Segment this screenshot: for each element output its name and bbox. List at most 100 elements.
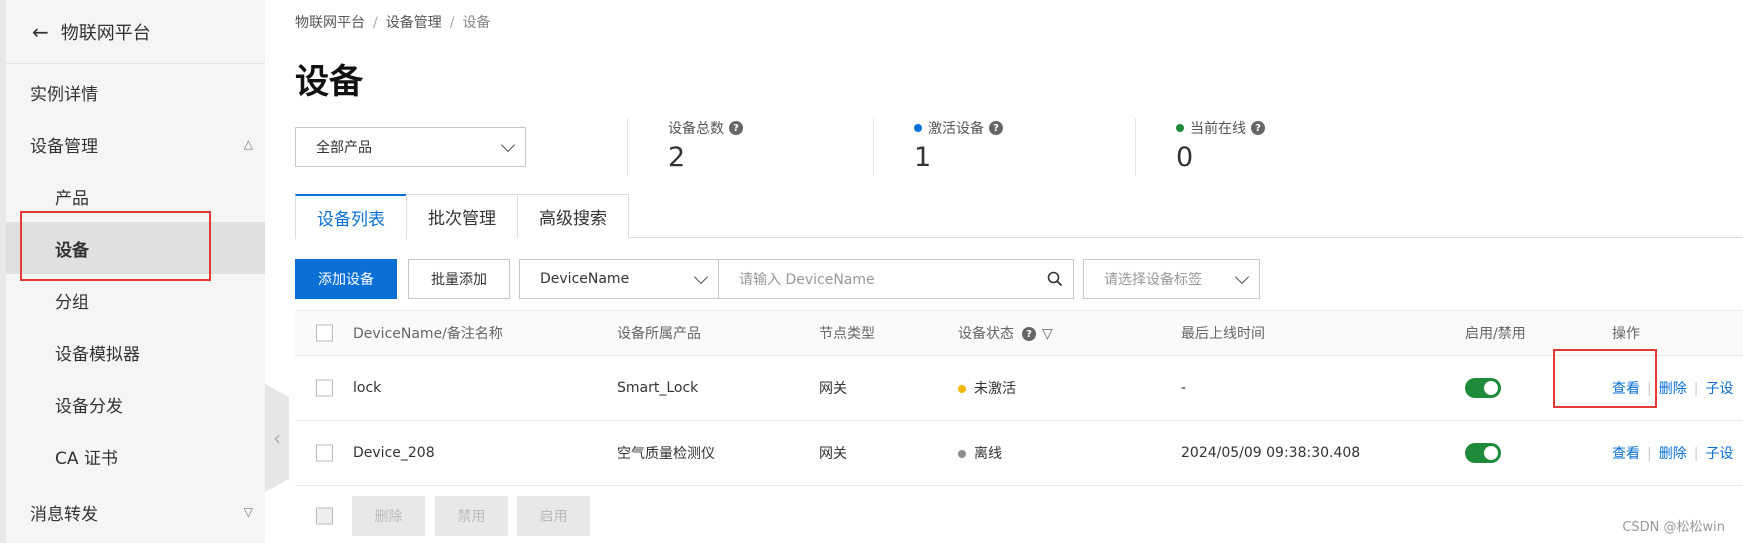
last-online-time: 2024/05/09 09:38:30.408 bbox=[1181, 445, 1361, 461]
device-name[interactable]: Device_208 bbox=[353, 445, 435, 461]
search-input[interactable]: 请输入 DeviceName bbox=[718, 259, 1074, 299]
sidebar-item-label: CA 证书 bbox=[55, 448, 118, 469]
enable-toggle[interactable] bbox=[1465, 443, 1501, 463]
status-dot bbox=[1176, 124, 1184, 132]
stat-value: 0 bbox=[1176, 142, 1194, 173]
sidebar-item-label: 产品 bbox=[55, 188, 89, 209]
button-label: 启用 bbox=[539, 509, 568, 525]
table-row: Device_208 空气质量检测仪 网关 离线 2024/05/09 09:3… bbox=[295, 421, 1743, 486]
button-label: 禁用 bbox=[457, 509, 486, 525]
delete-link[interactable]: 删除 bbox=[1659, 381, 1687, 397]
button-label: 添加设备 bbox=[318, 272, 374, 288]
bulk-delete-button[interactable]: 删除 bbox=[352, 496, 425, 536]
column-header: 节点类型 bbox=[819, 326, 875, 342]
sidebar-item-instance-details[interactable]: 实例详情 bbox=[6, 66, 265, 118]
bulk-enable-button[interactable]: 启用 bbox=[517, 496, 590, 536]
view-link[interactable]: 查看 bbox=[1612, 381, 1640, 397]
watermark: CSDN @松松win bbox=[1622, 520, 1725, 535]
tab-batch-management[interactable]: 批次管理 bbox=[406, 194, 518, 238]
action-separator: | bbox=[1647, 446, 1652, 462]
sidebar-item-label: 实例详情 bbox=[30, 84, 98, 105]
stat-total-devices: 设备总数? 2 bbox=[627, 118, 743, 176]
arrow-left-icon: ← bbox=[32, 19, 49, 44]
chevron-down-icon bbox=[693, 269, 709, 285]
tab-label: 设备列表 bbox=[317, 210, 385, 230]
sidebar-item-message-forwarding[interactable]: 消息转发 ▽ bbox=[6, 486, 265, 538]
node-type: 网关 bbox=[819, 446, 847, 462]
bulk-disable-button[interactable]: 禁用 bbox=[435, 496, 508, 536]
action-separator: | bbox=[1693, 446, 1699, 462]
search-field-value: DeviceName bbox=[540, 271, 630, 287]
chevron-down-icon bbox=[500, 137, 516, 153]
stat-label: 激活设备 bbox=[928, 121, 984, 137]
sidebar-back-link[interactable]: ← 物联网平台 bbox=[6, 0, 265, 64]
table-row: lock Smart_Lock 网关 未激活 - 查看 | 删除 | 子设 bbox=[295, 356, 1743, 421]
status-dot bbox=[914, 124, 922, 132]
sidebar-item-device-simulator[interactable]: 设备模拟器 bbox=[6, 326, 265, 378]
sub-device-link[interactable]: 子设 bbox=[1705, 381, 1733, 397]
tab-device-list[interactable]: 设备列表 bbox=[295, 194, 407, 239]
stat-value: 2 bbox=[668, 142, 686, 173]
collapse-sidebar-handle[interactable]: ‹ bbox=[265, 384, 289, 492]
action-separator: | bbox=[1647, 381, 1652, 397]
sidebar-item-device-management[interactable]: 设备管理 △ bbox=[6, 118, 265, 170]
delete-link[interactable]: 删除 bbox=[1659, 446, 1687, 462]
column-header: 设备状态 bbox=[958, 326, 1014, 342]
search-field-select[interactable]: DeviceName bbox=[519, 259, 719, 299]
last-online-time: - bbox=[1181, 380, 1187, 396]
sidebar-item-devices[interactable]: 设备 bbox=[6, 222, 265, 274]
sidebar-item-groups[interactable]: 分组 bbox=[6, 274, 265, 326]
button-label: 批量添加 bbox=[431, 272, 487, 288]
breadcrumb-separator: / bbox=[373, 15, 378, 31]
sidebar-item-label: 设备分发 bbox=[55, 396, 123, 417]
action-separator: | bbox=[1693, 381, 1699, 397]
column-header-status: 设备状态? ▽ bbox=[958, 323, 1053, 343]
help-icon[interactable]: ? bbox=[1251, 121, 1265, 135]
table-header: DeviceName/备注名称 设备所属产品 节点类型 设备状态? ▽ 最后上线时… bbox=[295, 310, 1743, 356]
stat-label: 设备总数 bbox=[668, 121, 724, 137]
product-select-value: 全部产品 bbox=[316, 140, 372, 156]
row-checkbox[interactable] bbox=[316, 379, 333, 397]
chevron-up-icon: △ bbox=[243, 137, 253, 151]
row-actions: 查看 | 删除 | 子设 bbox=[1612, 378, 1733, 398]
chevron-down-icon: ▽ bbox=[243, 505, 253, 519]
sidebar-item-products[interactable]: 产品 bbox=[6, 170, 265, 222]
batch-add-button[interactable]: 批量添加 bbox=[408, 259, 510, 299]
column-header: 设备所属产品 bbox=[617, 326, 701, 342]
status-text: 未激活 bbox=[974, 381, 1016, 397]
column-header: 最后上线时间 bbox=[1181, 326, 1265, 342]
row-checkbox[interactable] bbox=[316, 444, 333, 462]
search-icon[interactable] bbox=[1047, 271, 1063, 287]
sidebar-item-ca-certificate[interactable]: CA 证书 bbox=[6, 430, 265, 482]
device-product: 空气质量检测仪 bbox=[617, 446, 715, 462]
view-link[interactable]: 查看 bbox=[1612, 446, 1640, 462]
sub-device-link[interactable]: 子设 bbox=[1705, 446, 1733, 462]
add-device-button[interactable]: 添加设备 bbox=[295, 259, 397, 299]
tag-select[interactable]: 请选择设备标签 bbox=[1083, 259, 1260, 299]
stat-label: 当前在线 bbox=[1190, 121, 1246, 137]
row-actions: 查看 | 删除 | 子设 bbox=[1612, 443, 1733, 463]
help-icon[interactable]: ? bbox=[989, 121, 1003, 135]
filter-icon[interactable]: ▽ bbox=[1042, 326, 1053, 342]
tab-advanced-search[interactable]: 高级搜索 bbox=[517, 194, 629, 238]
sidebar-item-label: 分组 bbox=[55, 292, 89, 313]
node-type: 网关 bbox=[819, 381, 847, 397]
select-all-checkbox[interactable] bbox=[316, 324, 333, 342]
help-icon[interactable]: ? bbox=[1022, 327, 1036, 341]
help-icon[interactable]: ? bbox=[729, 121, 743, 135]
breadcrumb-item[interactable]: 物联网平台 bbox=[295, 15, 365, 31]
tab-label: 批次管理 bbox=[428, 209, 496, 229]
breadcrumb-current: 设备 bbox=[462, 15, 491, 31]
stat-online-devices: 当前在线? 0 bbox=[1135, 118, 1265, 176]
column-header: 操作 bbox=[1612, 326, 1640, 342]
device-status: 离线 bbox=[958, 443, 1002, 463]
enable-toggle[interactable] bbox=[1465, 378, 1501, 398]
sidebar-item-label: 消息转发 bbox=[30, 504, 98, 525]
device-name[interactable]: lock bbox=[353, 380, 381, 396]
breadcrumb-item[interactable]: 设备管理 bbox=[386, 15, 442, 31]
chevron-left-icon: ‹ bbox=[273, 426, 281, 450]
status-dot bbox=[958, 450, 966, 458]
bulk-select-checkbox[interactable] bbox=[316, 507, 333, 525]
product-select[interactable]: 全部产品 bbox=[295, 127, 526, 167]
sidebar-item-device-distribution[interactable]: 设备分发 bbox=[6, 378, 265, 430]
